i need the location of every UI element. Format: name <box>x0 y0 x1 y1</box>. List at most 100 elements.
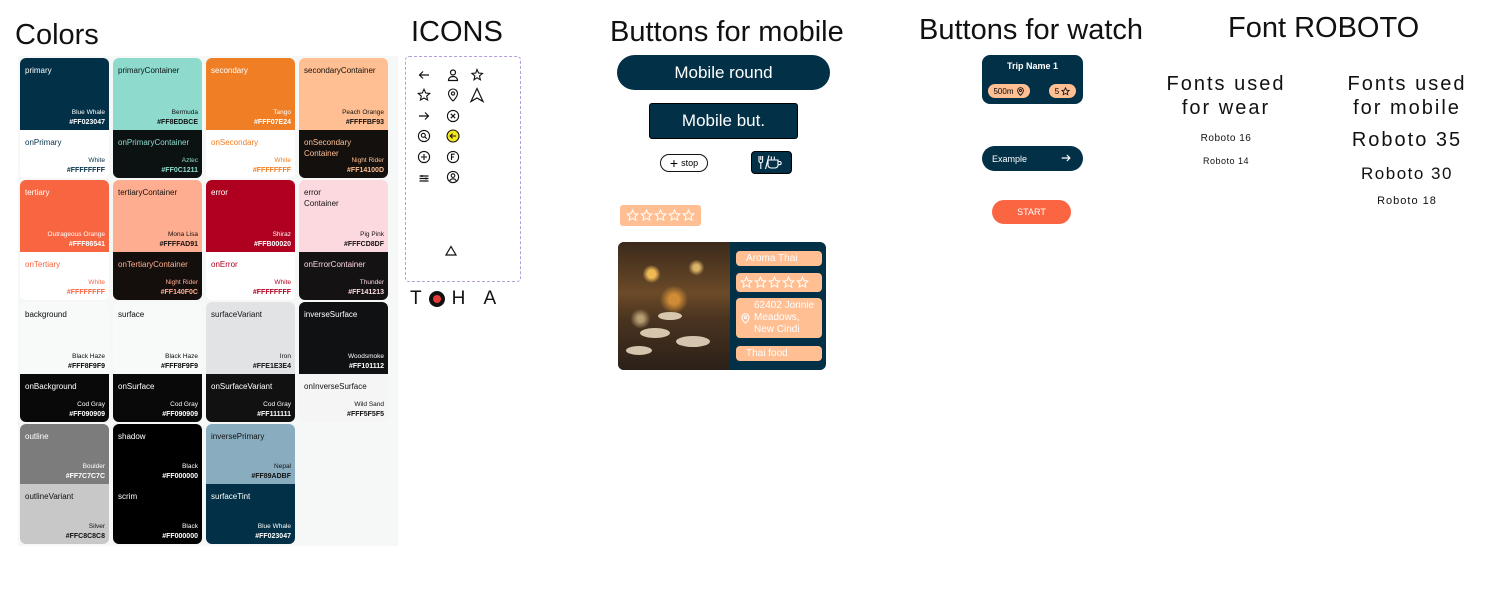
color-swatch-name: Cod Gray <box>170 401 198 408</box>
star-icon[interactable] <box>668 209 681 222</box>
color-swatch-label: secondaryContainer <box>304 66 376 75</box>
color-swatch-hex: #FFC8C8C8 <box>65 533 105 540</box>
wear-font-sample-14: Roboto 14 <box>1202 156 1250 166</box>
arrow-forward-icon[interactable] <box>417 109 431 123</box>
star-icon[interactable] <box>796 276 809 289</box>
color-swatch-name: Black <box>182 463 198 470</box>
color-swatch-name: Outrageous Orange <box>47 231 105 238</box>
mobile-rect-button[interactable]: Mobile but. <box>649 103 798 139</box>
color-swatch-label: surfaceTint <box>211 492 251 501</box>
icons-panel <box>405 56 521 282</box>
color-swatch-label: onSecondary <box>211 138 259 147</box>
color-swatch-name: Cod Gray <box>263 401 291 408</box>
color-swatch-hex: #FFE1E3E4 <box>252 363 291 370</box>
add-circle-icon[interactable] <box>417 150 431 164</box>
stop-button[interactable]: + stop <box>660 154 708 172</box>
mobile-font-sample-18: Roboto 18 <box>1377 195 1437 207</box>
location-pin-icon[interactable] <box>446 88 460 102</box>
star-outline-icon[interactable] <box>417 88 431 102</box>
color-swatch-label: tertiary <box>25 188 50 197</box>
rating-chip[interactable] <box>620 205 701 226</box>
color-swatch-hex: #FF7C7C7C <box>65 473 105 480</box>
mobile-fonts: Fonts used for mobile Roboto 35 Roboto 3… <box>1336 72 1478 207</box>
back-circle-icon[interactable] <box>446 129 460 143</box>
color-swatch-name: Night Rider <box>165 279 198 286</box>
search-circle-icon[interactable] <box>417 129 431 143</box>
color-swatch-label: surfaceVariant <box>211 310 262 319</box>
arrow-back-icon[interactable] <box>417 68 431 82</box>
color-swatch-name: Pig Pink <box>360 231 384 238</box>
account-circle-icon[interactable] <box>446 170 460 184</box>
cancel-icon[interactable] <box>446 109 460 123</box>
restaurant-address-text: 62402 Jonnie Meadows, New Cindi <box>754 300 815 335</box>
color-swatch: tertiaryContainer Mona Lisa #FFFFAD91 <box>113 180 202 252</box>
color-swatch-hex: #FFFFFFFF <box>66 289 105 296</box>
person-icon[interactable] <box>446 68 460 82</box>
color-swatch-label: primaryContainer <box>118 66 180 75</box>
color-swatch-name: Night Rider <box>351 157 384 164</box>
start-button[interactable]: START <box>992 200 1071 224</box>
mobile-buttons-heading: Buttons for mobile <box>610 16 844 48</box>
star-icon[interactable] <box>682 209 695 222</box>
trip-card[interactable]: Trip Name 1 500m 5 <box>982 55 1083 104</box>
color-swatch-name: Nepal <box>274 463 291 470</box>
stop-label: stop <box>681 158 699 168</box>
mobile-round-button[interactable]: Mobile round <box>617 55 830 90</box>
triangle-up-icon[interactable] <box>444 244 458 258</box>
star-half-icon[interactable] <box>470 68 484 82</box>
icons-heading: ICONS <box>411 16 503 48</box>
arrow-forward-icon <box>1061 154 1071 162</box>
star-icon <box>1061 86 1071 96</box>
navigation-icon[interactable] <box>469 87 485 103</box>
color-swatch-name: Blue Whale <box>71 109 105 116</box>
color-swatch-label: scrim <box>118 492 138 501</box>
color-swatch-name: Boulder <box>82 463 105 470</box>
color-swatch-name: Shiraz <box>272 231 291 238</box>
color-swatch-name: Blue Whale <box>257 523 291 530</box>
star-icon[interactable] <box>754 276 767 289</box>
color-swatch: primaryContainer Bermuda #FF8EDBCE <box>113 58 202 130</box>
color-swatch-label: onSurfaceVariant <box>211 382 273 391</box>
example-button[interactable]: Example <box>982 146 1083 171</box>
star-icon[interactable] <box>640 209 653 222</box>
color-swatch-name: White <box>88 157 105 164</box>
colors-heading: Colors <box>15 19 99 51</box>
star-icon[interactable] <box>740 276 753 289</box>
color-swatch-name: White <box>88 279 105 286</box>
color-swatch-label: onBackground <box>25 382 77 391</box>
color-swatch: onSecondary White #FFFFFFFF <box>206 130 295 178</box>
color-swatch-hex: #FF89ADBF <box>251 473 291 480</box>
color-swatch: inverseSurface Woodsmoke #FF101112 <box>299 302 388 374</box>
color-swatch: onPrimary White #FFFFFFFF <box>20 130 109 178</box>
star-icon[interactable] <box>654 209 667 222</box>
color-swatch-name: Wild Sand <box>354 401 384 408</box>
color-swatch-hex: #FF8EDBCE <box>157 119 198 126</box>
mobile-fonts-title: Fonts used for mobile <box>1347 73 1467 119</box>
color-swatch-name: Tango <box>273 109 291 116</box>
color-swatch-hex: #FF023047 <box>69 119 105 126</box>
star-icon[interactable] <box>626 209 639 222</box>
color-swatch: outlineVariant Silver #FFC8C8C8 <box>20 484 109 544</box>
restaurant-card[interactable]: Aroma Thai 62402 Jonnie Meadows, New Cin… <box>618 242 826 370</box>
star-icon[interactable] <box>782 276 795 289</box>
color-swatch-label: error Container <box>304 188 339 208</box>
color-swatch-name: Black Haze <box>165 353 198 360</box>
color-swatch-label: onInverseSurface <box>304 382 367 391</box>
color-swatch: onError White #FFFFFFFF <box>206 252 295 300</box>
filter-circle-icon[interactable] <box>446 150 460 164</box>
wear-fonts-title: Fonts used for wear <box>1166 73 1286 119</box>
color-swatch-label: tertiaryContainer <box>118 188 178 197</box>
color-swatch-hex: #FF090909 <box>162 411 198 418</box>
color-swatch: secondaryContainer Peach Orange #FFFFBF93 <box>299 58 388 130</box>
star-icon[interactable] <box>768 276 781 289</box>
color-swatch-hex: #FF140F0C <box>160 289 198 296</box>
food-drink-button[interactable] <box>751 151 792 174</box>
color-swatch: onInverseSurface Wild Sand #FFF5F5F5 <box>299 374 388 422</box>
restaurant-name: Aroma Thai <box>736 251 822 266</box>
restaurant-cafe-icon <box>757 155 782 170</box>
tune-icon[interactable] <box>417 171 431 185</box>
plus-icon: + <box>669 155 679 171</box>
restaurant-address: 62402 Jonnie Meadows, New Cindi <box>736 298 822 338</box>
color-swatch: secondary Tango #FFF07E24 <box>206 58 295 130</box>
color-swatch: tertiary Outrageous Orange #FFF86541 <box>20 180 109 252</box>
